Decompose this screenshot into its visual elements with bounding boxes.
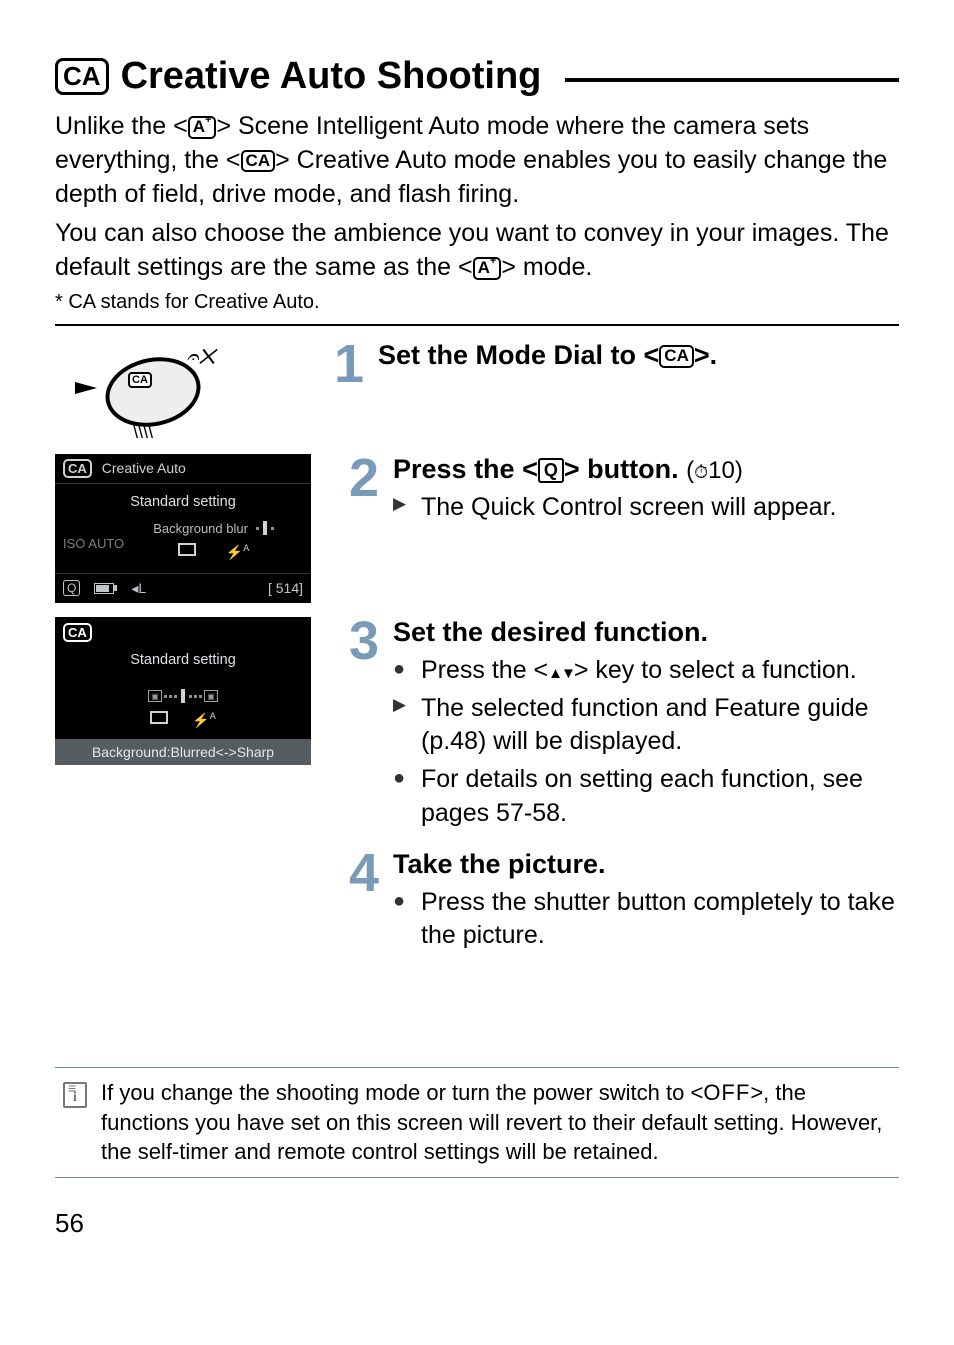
circle-bullet-icon: ● bbox=[393, 763, 413, 831]
lcd-blur-slider-mini bbox=[256, 521, 274, 535]
step-number-1: 1 bbox=[334, 340, 370, 389]
off-label: OFF bbox=[703, 1080, 750, 1105]
step-3: CA Standard setting ▣ ▣ A bbox=[55, 617, 899, 835]
circle-bullet-icon: ● bbox=[393, 886, 413, 954]
lcd-mode-label: Creative Auto bbox=[102, 460, 186, 476]
step-2-title: Press the <Q> button. (10) bbox=[393, 454, 899, 485]
intro-paragraph-2: You can also choose the ambience you wan… bbox=[55, 217, 899, 285]
lcd-drive-single-icon bbox=[178, 543, 196, 556]
step-3-bullet-2: The selected function and Feature guide … bbox=[421, 692, 899, 760]
step-number-2: 2 bbox=[349, 454, 385, 529]
page-heading: CA Creative Auto Shooting bbox=[55, 55, 899, 98]
page-title: Creative Auto Shooting bbox=[121, 55, 542, 98]
creative-auto-icon: CA bbox=[659, 345, 694, 368]
scene-intelligent-auto-icon: A+ bbox=[473, 257, 502, 280]
step-3-bullet-1: Press the <> key to select a function. bbox=[421, 654, 857, 688]
dial-ca-icon: CA bbox=[128, 372, 152, 388]
ca-mode-icon: CA bbox=[55, 58, 109, 95]
note-text: If you change the shooting mode or turn … bbox=[101, 1078, 891, 1167]
lcd-standard-setting: Standard setting bbox=[61, 652, 305, 668]
step-2-bullet: The Quick Control screen will appear. bbox=[421, 491, 836, 525]
lcd-screen-2: CA Standard setting ▣ ▣ A bbox=[55, 617, 311, 766]
lcd-shots-remaining: [ 514] bbox=[268, 580, 303, 596]
lcd-quality-icon: ◂L bbox=[131, 580, 146, 597]
lcd-iso-auto: ISO AUTO bbox=[63, 536, 124, 551]
lcd-flash-auto-icon: A bbox=[226, 543, 249, 561]
timer-icon bbox=[694, 457, 708, 484]
step-number-4: 4 bbox=[349, 849, 385, 958]
step-4-bullet-1: Press the shutter button completely to t… bbox=[421, 886, 899, 954]
lcd-screen-1: CA Creative Auto Standard setting ISO AU… bbox=[55, 454, 311, 603]
q-button-icon: Q bbox=[538, 458, 564, 483]
lcd-flash-auto-icon: A bbox=[192, 711, 215, 729]
lcd-ca-icon: CA bbox=[63, 459, 92, 478]
lcd-q-icon: Q bbox=[63, 580, 80, 596]
lcd-background-blur-label: Background blur bbox=[153, 521, 248, 536]
triangle-bullet-icon: ▶ bbox=[393, 491, 413, 525]
divider bbox=[55, 324, 899, 326]
step-4: 4 Take the picture. ● Press the shutter … bbox=[55, 849, 899, 958]
heading-rule bbox=[565, 78, 899, 82]
footnote: * CA stands for Creative Auto. bbox=[55, 291, 899, 314]
lcd-drive-single-icon bbox=[150, 711, 168, 724]
note-box: If you change the shooting mode or turn … bbox=[55, 1067, 899, 1178]
lcd-blur-slider: ▣ ▣ bbox=[148, 689, 218, 703]
step-1: 𝄐✕ CA \\\\ 1 Set the Mode Dial to <CA>. bbox=[55, 340, 899, 440]
step-4-title: Take the picture. bbox=[393, 849, 899, 880]
step-2: CA Creative Auto Standard setting ISO AU… bbox=[55, 454, 899, 603]
lcd-standard-setting: Standard setting bbox=[61, 494, 305, 510]
step-number-3: 3 bbox=[349, 617, 385, 835]
intro-paragraph-1: Unlike the <A+> Scene Intelligent Auto m… bbox=[55, 110, 899, 211]
circle-bullet-icon: ● bbox=[393, 654, 413, 688]
triangle-bullet-icon: ▶ bbox=[393, 692, 413, 760]
creative-auto-icon: CA bbox=[241, 150, 276, 173]
lcd-ca-icon: CA bbox=[63, 623, 92, 642]
up-down-key-icon bbox=[548, 656, 574, 684]
step-1-title: Set the Mode Dial to <CA>. bbox=[378, 340, 899, 371]
step-3-title: Set the desired function. bbox=[393, 617, 899, 648]
mode-dial-graphic: 𝄐✕ CA \\\\ bbox=[75, 340, 275, 440]
scene-intelligent-auto-icon: A+ bbox=[188, 116, 217, 139]
lcd-footer-hint: Background:Blurred<->Sharp bbox=[55, 739, 311, 765]
step-3-bullet-3: For details on setting each function, se… bbox=[421, 763, 899, 831]
note-icon bbox=[63, 1082, 87, 1108]
lcd-battery-icon bbox=[94, 583, 117, 594]
page-number: 56 bbox=[55, 1208, 899, 1239]
